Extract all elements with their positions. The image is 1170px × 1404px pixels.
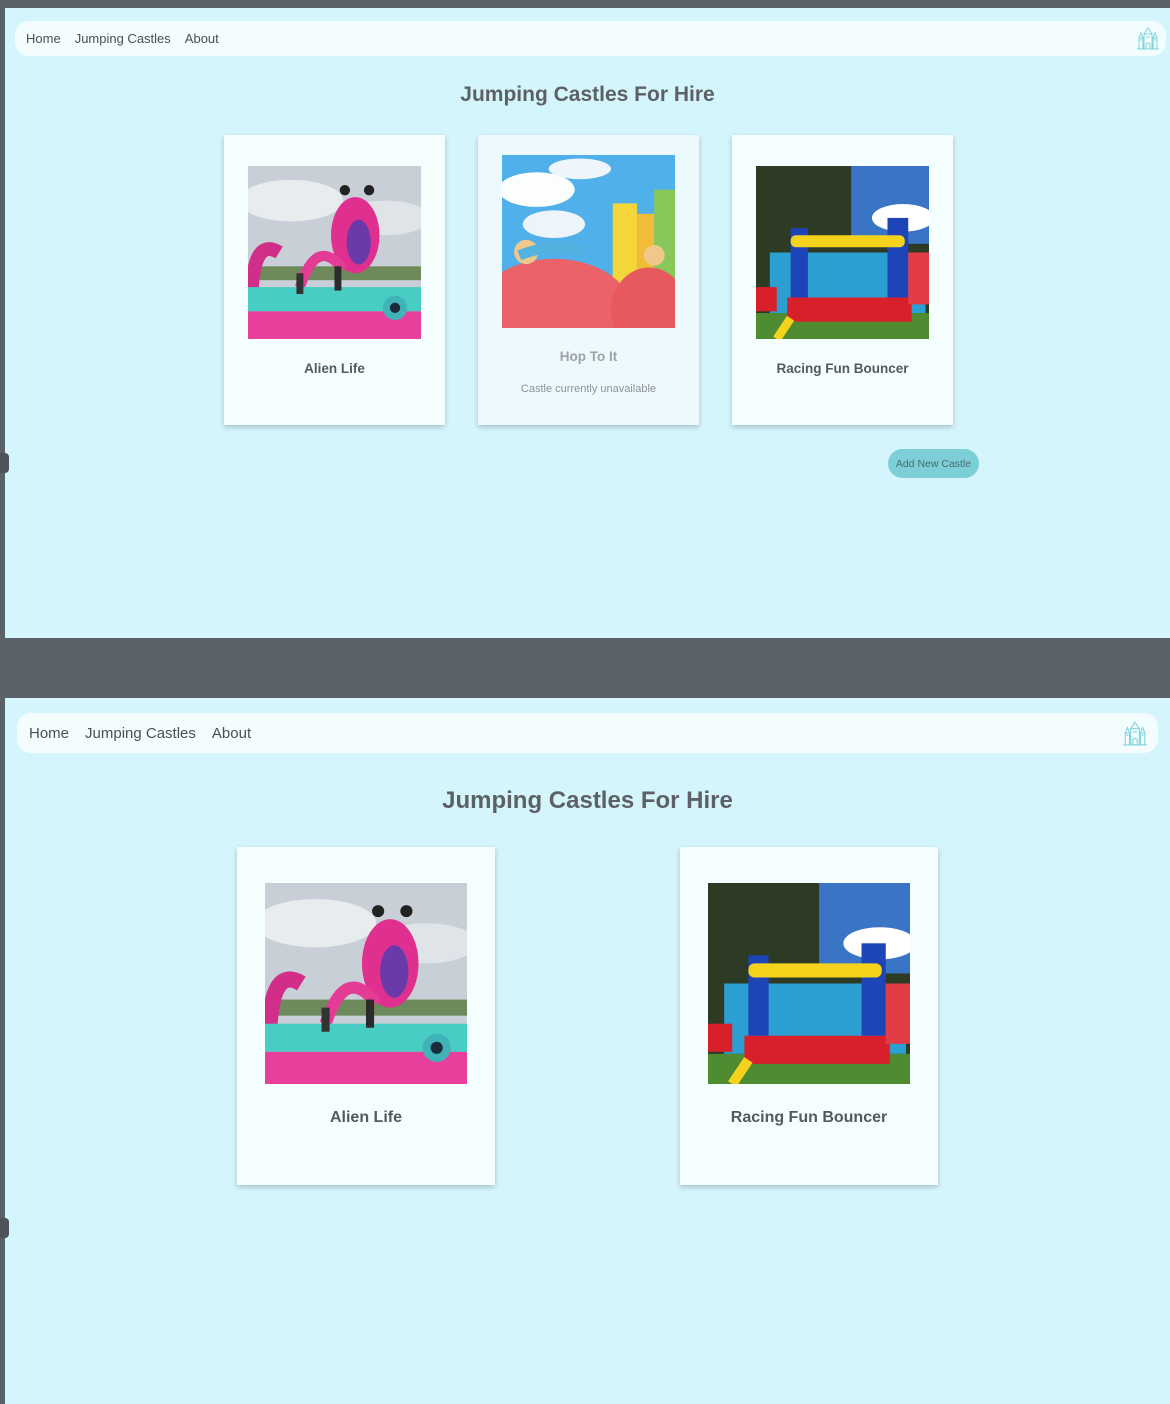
castle-name: Racing Fun Bouncer	[730, 1109, 888, 1126]
castle-card-racing-fun-bouncer[interactable]: Racing Fun Bouncer	[732, 135, 953, 425]
castle-card-alien-life[interactable]: Alien Life	[224, 135, 445, 425]
castle-image-hop-to-it	[502, 155, 675, 328]
castle-card-racing-fun-bouncer[interactable]: Racing Fun Bouncer	[680, 847, 938, 1185]
castle-name: Alien Life	[329, 1109, 402, 1126]
nav-link-about[interactable]: About	[212, 725, 251, 742]
top-navbar: Home Jumping Castles About	[17, 713, 1158, 753]
public-view-panel: Home Jumping Castles About Jumping Castl…	[5, 698, 1170, 1404]
page-title: Jumping Castles For Hire	[442, 787, 733, 814]
top-navbar: Home Jumping Castles About	[15, 21, 1166, 56]
castle-icon[interactable]	[1122, 719, 1148, 747]
unavailable-note: Castle currently unavailable	[520, 383, 657, 395]
page-title: Jumping Castles For Hire	[460, 83, 715, 106]
castle-image-racing-fun-bouncer	[756, 166, 929, 339]
castle-image-alien-life	[248, 166, 421, 339]
castle-name: Hop To It	[559, 349, 618, 364]
side-tab-handle[interactable]	[0, 1218, 9, 1238]
castle-icon[interactable]	[1136, 26, 1160, 50]
castle-card-alien-life[interactable]: Alien Life	[237, 847, 495, 1185]
nav-link-home[interactable]: Home	[29, 725, 69, 742]
admin-view-panel: Home Jumping Castles About Jumping Castl…	[5, 8, 1170, 638]
castle-name: Racing Fun Bouncer	[776, 361, 909, 376]
nav-link-jumping-castles[interactable]: Jumping Castles	[85, 725, 196, 742]
nav-link-home[interactable]: Home	[26, 31, 61, 46]
castle-image-alien-life	[265, 883, 467, 1084]
nav-link-jumping-castles[interactable]: Jumping Castles	[75, 31, 171, 46]
side-tab-handle[interactable]	[0, 453, 9, 473]
nav-link-about[interactable]: About	[185, 31, 219, 46]
castle-card-hop-to-it[interactable]: Hop To It Castle currently unavailable	[478, 135, 699, 425]
add-new-castle-button[interactable]: Add New Castle	[888, 449, 979, 478]
castle-image-racing-fun-bouncer	[708, 883, 910, 1084]
castle-name: Alien Life	[304, 361, 365, 376]
